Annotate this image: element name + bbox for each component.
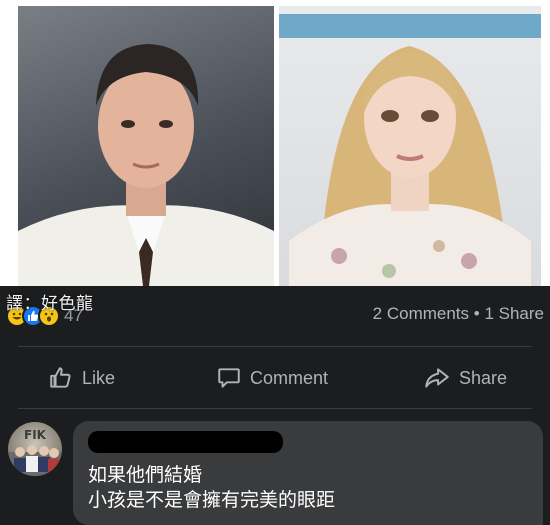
photo-collage bbox=[0, 0, 550, 286]
divider-top bbox=[18, 346, 532, 347]
like-label: Like bbox=[82, 367, 116, 388]
share-arrow-icon bbox=[425, 368, 449, 388]
svg-text:FIK: FIK bbox=[24, 428, 47, 442]
commenter-avatar[interactable]: FIK bbox=[8, 422, 62, 476]
photo-man-in-white-suit[interactable] bbox=[18, 6, 274, 286]
comments-count-link[interactable]: 2 Comments bbox=[373, 304, 469, 323]
photo-woman-floral-dress[interactable] bbox=[279, 6, 541, 286]
man-portrait-illustration bbox=[18, 44, 274, 286]
group-photo-avatar: FIK bbox=[8, 428, 62, 476]
share-label: Share bbox=[459, 367, 508, 388]
comment-line-2: 小孩是不是會擁有完美的眼距 bbox=[88, 489, 336, 511]
comment-item: FIK 如果他們結婚 小孩是不是會擁有完美的眼距 bbox=[0, 408, 550, 525]
comment-button[interactable]: Comment bbox=[216, 358, 328, 398]
shares-count-link[interactable]: 1 Share bbox=[484, 304, 544, 323]
redacted-commenter-name bbox=[88, 431, 283, 453]
stats-separator: • bbox=[473, 304, 480, 323]
comment-text: 如果他們結婚 小孩是不是會擁有完美的眼距 bbox=[88, 463, 335, 513]
translator-watermark: 譯：好色龍 bbox=[6, 294, 94, 313]
comment-bubble[interactable]: 如果他們結婚 小孩是不是會擁有完美的眼距 bbox=[73, 421, 543, 525]
like-button[interactable]: Like bbox=[48, 358, 115, 398]
post-actions-bar: Like Comment Share bbox=[0, 358, 550, 398]
comment-label: Comment bbox=[250, 367, 329, 388]
thumbs-up-icon bbox=[50, 367, 71, 388]
woman-portrait-illustration bbox=[279, 14, 541, 286]
comment-bubble-icon bbox=[218, 368, 240, 388]
share-button[interactable]: Share bbox=[423, 358, 507, 398]
comment-line-1: 如果他們結婚 bbox=[88, 464, 203, 486]
post-stats: 2 Comments • 1 Share bbox=[373, 304, 544, 324]
